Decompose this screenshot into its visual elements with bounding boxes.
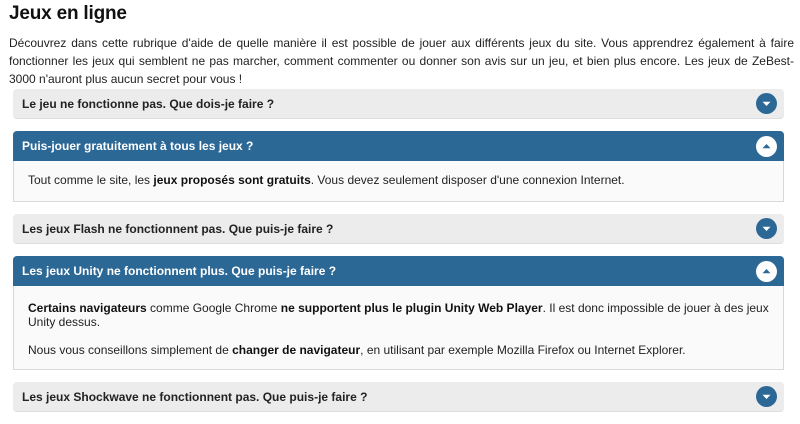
intro-text: Découvrez dans cette rubrique d'aide de … (9, 36, 794, 86)
answer-emphasis: Certains navigateurs (28, 301, 147, 315)
answer-text: comme Google Chrome (146, 301, 281, 315)
faq-item: Les jeux Shockwave ne fonctionnent pas. … (13, 382, 784, 412)
chevron-down-icon[interactable] (756, 218, 777, 239)
faq-accordion: Le jeu ne fonctionne pas. Que dois-je fa… (13, 89, 784, 424)
answer-text: . Vous devez seulement disposer d'une co… (310, 173, 625, 187)
chevron-up-icon[interactable] (756, 260, 777, 282)
answer-text: , en utilisant par exemple Mozilla Firef… (360, 343, 686, 357)
chevron-down-icon[interactable] (756, 386, 777, 407)
answer-emphasis: jeux proposés sont gratuits (153, 173, 311, 187)
faq-question-text: Les jeux Flash ne fonctionnent pas. Que … (22, 221, 334, 236)
faq-item: Le jeu ne fonctionne pas. Que dois-je fa… (13, 89, 784, 119)
answer-emphasis: changer de navigateur (232, 343, 361, 357)
faq-question-header[interactable]: Les jeux Unity ne fonctionnent plus. Que… (13, 256, 784, 286)
faq-question-text: Les jeux Shockwave ne fonctionnent pas. … (22, 389, 368, 404)
chevron-down-icon[interactable] (756, 93, 777, 114)
faq-question-header[interactable]: Les jeux Shockwave ne fonctionnent pas. … (13, 382, 784, 412)
chevron-up-icon[interactable] (756, 135, 777, 157)
faq-answer-paragraph: Tout comme le site, les jeux proposés so… (28, 173, 769, 187)
faq-answer-paragraph: Certains navigateurs comme Google Chrome… (28, 301, 769, 329)
faq-question-text: Les jeux Unity ne fonctionnent plus. Que… (22, 264, 337, 278)
page-title: Jeux en ligne (9, 3, 127, 24)
faq-item: Puis-jouer gratuitement à tous les jeux … (13, 131, 784, 202)
answer-text: Nous vous conseillons simplement de (28, 343, 233, 357)
faq-item: Les jeux Flash ne fonctionnent pas. Que … (13, 214, 784, 244)
faq-question-header[interactable]: Puis-jouer gratuitement à tous les jeux … (13, 131, 784, 161)
answer-emphasis: ne supportent plus le plugin Unity Web P… (280, 301, 543, 315)
faq-question-text: Le jeu ne fonctionne pas. Que dois-je fa… (22, 96, 275, 111)
faq-question-text: Puis-jouer gratuitement à tous les jeux … (22, 139, 254, 153)
answer-text: Tout comme le site, les (28, 173, 154, 187)
faq-question-header[interactable]: Les jeux Flash ne fonctionnent pas. Que … (13, 214, 784, 244)
faq-question-header[interactable]: Le jeu ne fonctionne pas. Que dois-je fa… (13, 89, 784, 119)
faq-answer-paragraph: Nous vous conseillons simplement de chan… (28, 343, 769, 357)
faq-item: Les jeux Unity ne fonctionnent plus. Que… (13, 256, 784, 370)
faq-answer: Certains navigateurs comme Google Chrome… (13, 286, 784, 370)
faq-answer: Tout comme le site, les jeux proposés so… (13, 161, 784, 202)
